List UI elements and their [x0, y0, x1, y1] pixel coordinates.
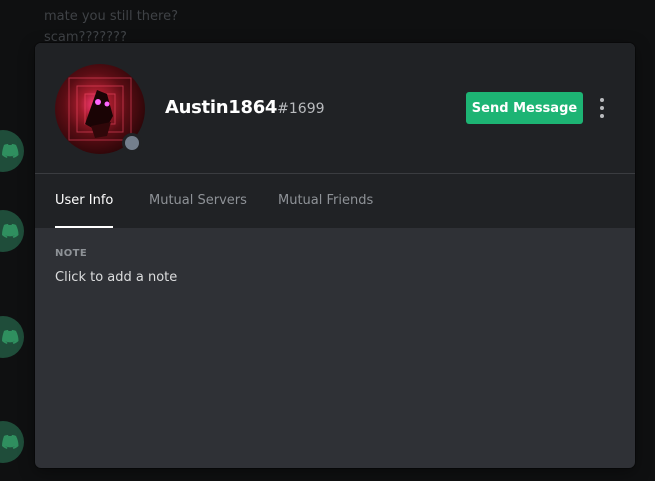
- profile-header: Austin1864#1699 Send Message User Info M…: [35, 43, 635, 228]
- chat-avatar-icon: [0, 210, 24, 252]
- user-profile-modal: Austin1864#1699 Send Message User Info M…: [35, 43, 635, 468]
- discriminator: #1699: [277, 101, 325, 117]
- send-message-button[interactable]: Send Message: [466, 92, 583, 124]
- username-text: Austin1864: [165, 97, 278, 118]
- avatar[interactable]: [55, 64, 145, 154]
- chat-avatar-icon: [0, 316, 24, 358]
- chat-message: mate you still there?: [44, 9, 179, 24]
- chat-avatar-icon: [0, 130, 24, 172]
- tab-mutual-servers[interactable]: Mutual Servers: [149, 173, 247, 228]
- more-vertical-icon[interactable]: [595, 96, 609, 120]
- tab-mutual-friends[interactable]: Mutual Friends: [278, 173, 373, 228]
- username: Austin1864#1699: [165, 97, 325, 118]
- tab-user-info[interactable]: User Info: [55, 173, 114, 228]
- status-offline-icon: [122, 133, 142, 153]
- note-input[interactable]: Click to add a note: [55, 270, 595, 285]
- chat-avatar-icon: [0, 421, 24, 463]
- note-title: NOTE: [55, 248, 88, 259]
